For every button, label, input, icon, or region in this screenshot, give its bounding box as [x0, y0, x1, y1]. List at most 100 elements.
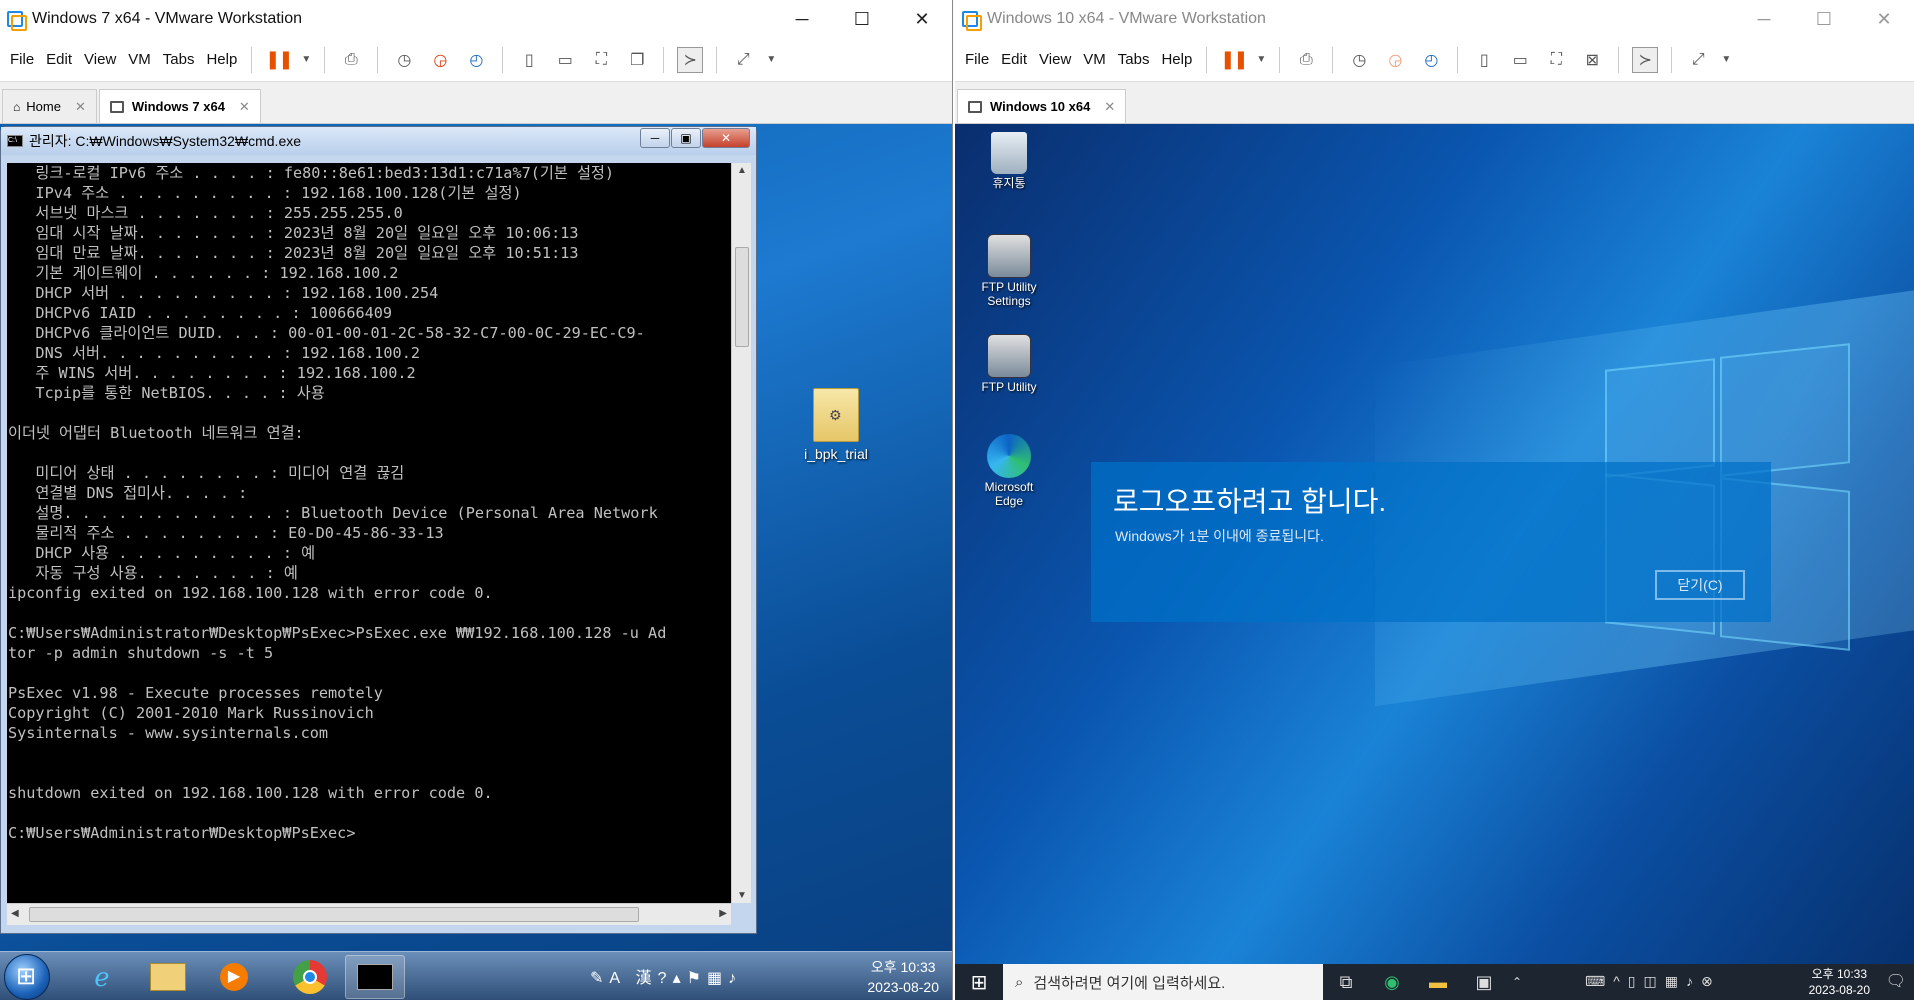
menu-edit[interactable]: Edit: [40, 51, 78, 68]
dropdown-icon[interactable]: ▼: [766, 47, 776, 73]
network-icon[interactable]: ▦: [1665, 973, 1686, 989]
send-ctrl-alt-del-icon[interactable]: ⎙: [1293, 47, 1319, 73]
explorer-folder-icon[interactable]: [138, 955, 198, 999]
menu-vm[interactable]: VM: [1077, 51, 1112, 68]
start-button[interactable]: [4, 954, 50, 1000]
close-button[interactable]: ✕: [892, 0, 952, 38]
error-icon[interactable]: ⊗: [1701, 973, 1721, 989]
menu-view[interactable]: View: [1033, 51, 1077, 68]
scroll-up-icon[interactable]: ▲: [737, 165, 747, 176]
console-view-icon[interactable]: ≻: [677, 46, 704, 73]
tray-expand-icon[interactable]: ^: [1613, 973, 1628, 989]
close-tab-icon[interactable]: ✕: [239, 99, 250, 115]
scroll-right-icon[interactable]: ▶: [719, 908, 727, 919]
show-library-icon[interactable]: ▯: [1471, 47, 1497, 73]
media-player-icon[interactable]: ▶: [204, 955, 264, 999]
menu-help[interactable]: Help: [1155, 51, 1198, 68]
tab-home[interactable]: ⌂ Home ✕: [2, 89, 97, 123]
win7-desktop[interactable]: i_bpk_trial C:\ 관리자: C:₩Windows₩System32…: [0, 124, 952, 1000]
cmd-window[interactable]: C:\ 관리자: C:₩Windows₩System32₩cmd.exe ─ ▣…: [0, 126, 757, 934]
maximize-button[interactable]: ☐: [1794, 0, 1854, 38]
notification-icon[interactable]: 🗨: [1886, 971, 1906, 991]
tab-windows7[interactable]: Windows 7 x64 ✕: [98, 89, 261, 123]
console-view-icon[interactable]: ≻: [1632, 46, 1659, 73]
thumbnail-bar-icon[interactable]: ▭: [1507, 47, 1533, 73]
action-center-icon[interactable]: ⚑: [687, 970, 707, 987]
logoff-close-button[interactable]: 닫기(C): [1655, 570, 1745, 600]
menu-tabs[interactable]: Tabs: [1112, 51, 1156, 68]
dropdown-icon[interactable]: ▼: [1721, 47, 1731, 73]
taskbar-clock[interactable]: 오후 10:33 2023-08-20: [867, 957, 939, 997]
dropdown-icon[interactable]: ▼: [1256, 47, 1266, 73]
desktop-icon-recycle-bin[interactable]: 휴지통: [969, 132, 1049, 190]
maximize-button[interactable]: ☐: [832, 0, 892, 38]
menu-tabs[interactable]: Tabs: [157, 51, 201, 68]
win10-desktop[interactable]: 휴지통 FTP Utility Settings FTP Utility Mic…: [955, 124, 1914, 964]
menu-vm[interactable]: VM: [122, 51, 157, 68]
scroll-down-icon[interactable]: ▼: [737, 890, 747, 901]
full-screen-icon[interactable]: ⛶: [1543, 47, 1569, 73]
thumbnail-bar-icon[interactable]: ▭: [552, 47, 578, 73]
close-tab-icon[interactable]: ✕: [75, 99, 86, 115]
task-view-icon[interactable]: ⧉: [1323, 964, 1369, 1000]
help-icon[interactable]: ?: [658, 970, 673, 987]
tray-chevron-icon[interactable]: ⌃: [1507, 964, 1527, 1000]
show-library-icon[interactable]: ▯: [516, 47, 542, 73]
scroll-thumb[interactable]: [29, 907, 639, 922]
minimize-button[interactable]: ─: [772, 0, 832, 38]
desktop-icon-ftp-utility[interactable]: FTP Utility: [969, 334, 1049, 394]
menu-edit[interactable]: Edit: [995, 51, 1033, 68]
taskbar-search-box[interactable]: ⌕ 검색하려면 여기에 입력하세요.: [1003, 964, 1323, 1000]
close-button[interactable]: ✕: [1854, 0, 1914, 38]
stretch-icon[interactable]: ⤢: [730, 47, 756, 73]
taskbar-clock[interactable]: 오후 10:33 2023-08-20: [1809, 966, 1870, 998]
scroll-thumb[interactable]: [735, 247, 749, 347]
desktop-icon-i-bpk-trial[interactable]: i_bpk_trial: [791, 388, 881, 462]
cmd-close-button[interactable]: ✕: [702, 128, 750, 148]
send-ctrl-alt-del-icon[interactable]: ⎙: [338, 47, 364, 73]
desktop-icon-ftp-utility-settings[interactable]: FTP Utility Settings: [969, 234, 1049, 308]
cmd-maximize-button[interactable]: ▣: [671, 128, 701, 148]
ime-indicator[interactable]: A 漢: [609, 970, 657, 987]
tray-expand-icon[interactable]: ▴: [673, 970, 687, 987]
edge-taskbar-icon[interactable]: ◉: [1369, 964, 1415, 1000]
store-icon[interactable]: ▣: [1461, 964, 1507, 1000]
horizontal-scrollbar[interactable]: ◀ ▶: [7, 903, 731, 925]
minimize-button[interactable]: ─: [1734, 0, 1794, 38]
menu-view[interactable]: View: [78, 51, 122, 68]
desktop-icon-microsoft-edge[interactable]: Microsoft Edge: [969, 434, 1049, 508]
cmd-taskbar-icon[interactable]: [345, 955, 405, 999]
menu-file[interactable]: File: [959, 51, 995, 68]
menu-help[interactable]: Help: [200, 51, 243, 68]
snapshot-manager-icon[interactable]: ◴: [463, 47, 489, 73]
device-icon[interactable]: ◫: [1644, 973, 1665, 989]
unity-icon[interactable]: ⊠: [1579, 47, 1605, 73]
full-screen-icon[interactable]: ⛶: [588, 47, 614, 73]
usb-icon[interactable]: ▯: [1628, 973, 1644, 989]
unity-icon[interactable]: ❐: [624, 47, 650, 73]
windows-start-icon[interactable]: ⊞: [955, 964, 1003, 1000]
tab-windows10[interactable]: Windows 10 x64 ✕: [957, 89, 1127, 123]
internet-explorer-icon[interactable]: ℯ: [72, 955, 132, 999]
volume-icon[interactable]: ♪: [728, 970, 742, 987]
chrome-icon[interactable]: [280, 955, 340, 999]
pause-icon[interactable]: ❚❚: [265, 47, 293, 73]
revert-snapshot-icon[interactable]: ◶: [427, 47, 453, 73]
snapshot-icon[interactable]: ◷: [1346, 47, 1372, 73]
ime-icon[interactable]: ✎: [590, 970, 609, 987]
menu-file[interactable]: File: [4, 51, 40, 68]
file-explorer-icon[interactable]: ▬: [1415, 964, 1461, 1000]
vertical-scrollbar[interactable]: ▲ ▼: [731, 163, 751, 903]
cmd-minimize-button[interactable]: ─: [640, 128, 670, 148]
stretch-icon[interactable]: ⤢: [1685, 47, 1711, 73]
scroll-left-icon[interactable]: ◀: [11, 908, 19, 919]
snapshot-icon[interactable]: ◷: [391, 47, 417, 73]
snapshot-manager-icon[interactable]: ◴: [1418, 47, 1444, 73]
revert-snapshot-icon[interactable]: ◶: [1382, 47, 1408, 73]
network-icon[interactable]: ▦: [707, 970, 728, 987]
close-tab-icon[interactable]: ✕: [1104, 99, 1115, 115]
console-output[interactable]: 링크-로컬 IPv6 주소 . . . . : fe80::8e61:bed3:…: [7, 163, 731, 903]
volume-icon[interactable]: ♪: [1686, 973, 1701, 989]
pause-icon[interactable]: ❚❚: [1220, 47, 1248, 73]
keyboard-icon[interactable]: ⌨: [1585, 973, 1613, 989]
